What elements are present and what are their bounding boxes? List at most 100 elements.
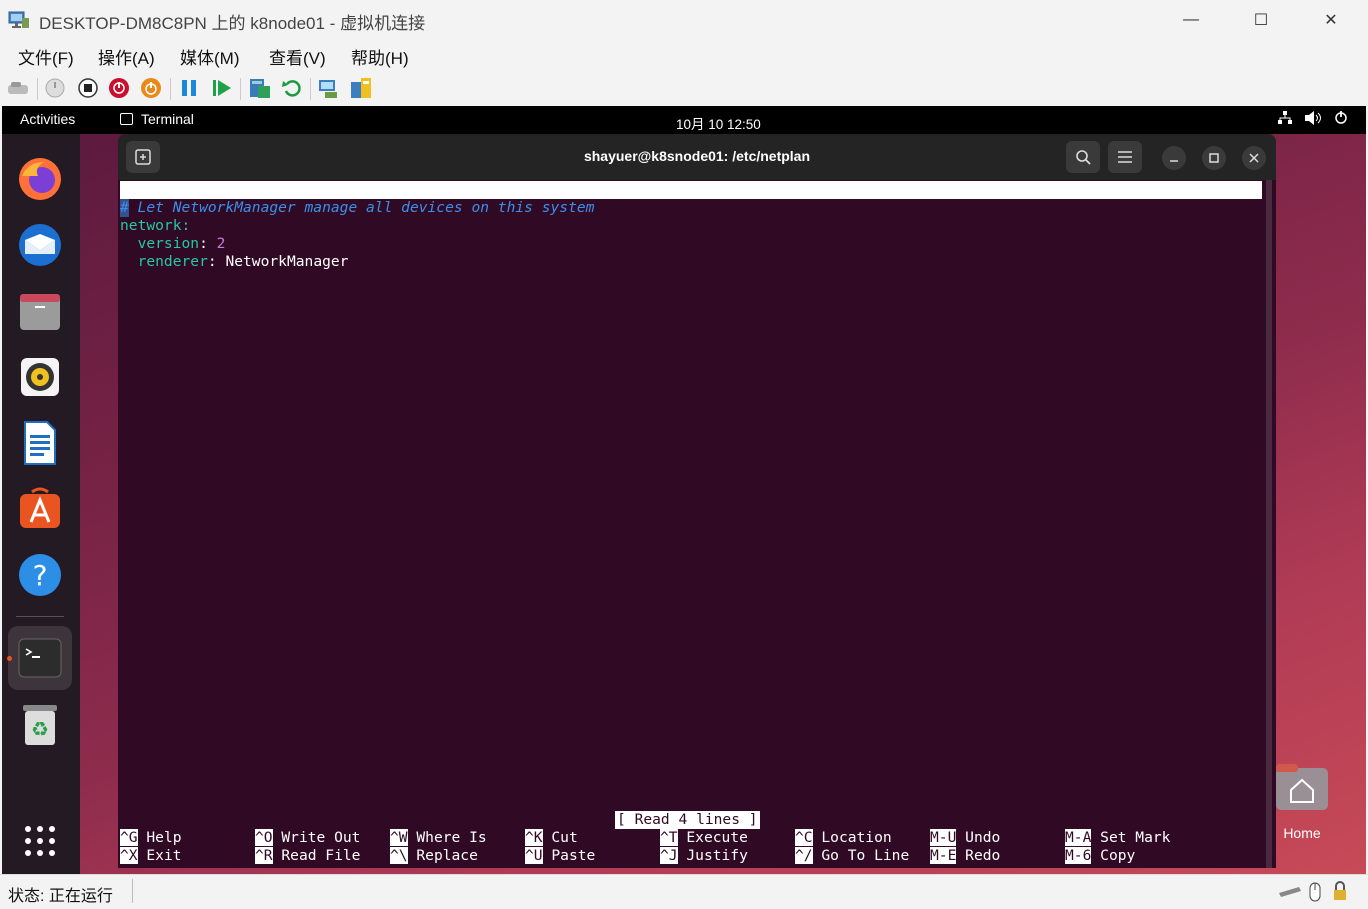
start-icon[interactable] (43, 76, 67, 100)
ctrl-alt-del-icon[interactable] (6, 76, 30, 100)
shortcut-label: Cut (551, 829, 578, 846)
running-indicator (7, 656, 12, 661)
terminal-minimize-button[interactable] (1162, 146, 1186, 170)
shortcut-key: ^X (120, 847, 138, 864)
search-icon (1076, 150, 1091, 165)
home-folder-icon[interactable] (1274, 764, 1330, 812)
shortcut-key: M-U (930, 829, 957, 846)
terminal-icon[interactable] (17, 635, 63, 681)
mouse-icon (1308, 881, 1322, 908)
shortcut-key: ^R (255, 847, 273, 864)
svg-text:?: ? (33, 559, 48, 592)
enhanced-session-icon[interactable] (317, 76, 341, 100)
ubuntu-top-bar: Activities Terminal 10月 10 12:50 (2, 106, 1366, 134)
menu-action[interactable]: 操作(A) (98, 44, 155, 69)
app-menu-terminal[interactable]: Terminal (141, 111, 194, 127)
menu-view[interactable]: 查看(V) (269, 44, 326, 69)
power-icon[interactable] (1333, 109, 1349, 128)
shortcut-key: M-6 (1065, 847, 1092, 864)
shortcut-item: ^U Paste (525, 847, 595, 865)
shortcut-item: ^C Location (795, 829, 892, 847)
shortcut-label: Justify (686, 847, 748, 864)
svg-text:♻: ♻ (31, 717, 49, 741)
shortcut-key: ^C (795, 829, 813, 846)
shortcut-label: Exit (146, 847, 182, 864)
lock-icon (1332, 880, 1348, 907)
activities-button[interactable]: Activities (20, 111, 75, 127)
terminal-scrollbar[interactable] (1266, 180, 1272, 868)
close-button[interactable]: ✕ (1296, 0, 1366, 40)
checkpoint-icon[interactable] (248, 76, 272, 100)
shortcut-item: M-E Redo (930, 847, 1000, 865)
shortcut-label: Go To Line (821, 847, 910, 864)
save-icon[interactable] (139, 76, 163, 100)
title-bar: DESKTOP-DM8C8PN 上的 k8node01 - 虚拟机连接 — ☐ … (0, 0, 1368, 40)
minimize-button[interactable]: — (1156, 0, 1226, 40)
help-icon[interactable]: ? (17, 552, 63, 598)
nano-filename: 01-network-manager-all.yaml (588, 217, 826, 234)
turn-off-icon[interactable] (76, 76, 100, 100)
terminal-close-button[interactable] (1242, 146, 1266, 170)
shortcut-item: ^X Exit (120, 847, 182, 865)
thunderbird-icon[interactable] (17, 222, 63, 268)
share-icon[interactable] (349, 76, 373, 100)
close-icon: ✕ (1324, 12, 1338, 29)
terminal-title: shayuer@k8snode01: /etc/netplan (583, 148, 811, 164)
revert-icon[interactable] (280, 76, 304, 100)
shortcut-label: Copy (1100, 847, 1136, 864)
file-line-4: renderer: NetworkManager (120, 253, 349, 270)
hamburger-menu-button[interactable] (1108, 141, 1142, 173)
status-bar: 状态: 正在运行 (0, 874, 1368, 909)
show-apps-icon[interactable] (17, 818, 63, 864)
minimize-icon (1170, 160, 1178, 162)
shortcut-item: ^/ Go To Line (795, 847, 909, 865)
shortcut-item: ^O Write Out (255, 829, 360, 847)
libreoffice-writer-icon[interactable] (17, 420, 63, 466)
trash-icon[interactable]: ♻ (17, 702, 63, 748)
window-title: DESKTOP-DM8C8PN 上的 k8node01 - 虚拟机连接 (39, 14, 426, 33)
terminal-app-icon (120, 113, 133, 125)
shortcut-label: Location (821, 829, 892, 846)
shortcut-item: M-A Set Mark (1065, 829, 1170, 847)
shortcut-key: ^\ (390, 847, 408, 864)
toolbar (0, 72, 1368, 106)
reset-icon[interactable] (210, 76, 234, 100)
shortcut-item: ^J Justify (660, 847, 748, 865)
shortcut-item: ^\ Replace (390, 847, 478, 865)
vm-display[interactable]: Activities Terminal 10月 10 12:50 ? ♻ Hom… (2, 106, 1366, 874)
menu-media[interactable]: 媒体(M) (180, 44, 239, 69)
volume-icon[interactable] (1304, 110, 1322, 129)
shortcut-label: Help (146, 829, 182, 846)
pause-icon[interactable] (177, 76, 201, 100)
firefox-icon[interactable] (17, 156, 63, 202)
shortcut-label: Set Mark (1100, 829, 1171, 846)
terminal-maximize-button[interactable] (1202, 146, 1226, 170)
shortcut-label: Write Out (281, 829, 361, 846)
shortcut-key: ^J (660, 847, 678, 864)
status-divider (132, 879, 133, 903)
terminal-window[interactable]: shayuer@k8snode01: /etc/netplan GNU nano… (118, 134, 1276, 868)
files-icon[interactable] (17, 288, 63, 334)
shortcut-label: Where Is (416, 829, 487, 846)
file-line-1: # Let NetworkManager manage all devices … (120, 199, 595, 216)
menu-file[interactable]: 文件(F) (18, 44, 74, 69)
shutdown-icon[interactable] (107, 76, 131, 100)
clock[interactable]: 10月 10 12:50 (676, 113, 761, 133)
file-line-2: network: (120, 217, 191, 234)
maximize-icon (1209, 153, 1219, 163)
rhythmbox-icon[interactable] (17, 354, 63, 400)
shortcut-item: ^W Where Is (390, 829, 487, 847)
menu-help[interactable]: 帮助(H) (351, 44, 409, 69)
nano-editor[interactable]: GNU nano 6.2 01-network-manager-all.yaml… (118, 180, 1264, 868)
network-icon[interactable] (1277, 110, 1293, 129)
shortcut-item: M-6 Copy (1065, 847, 1135, 865)
shortcut-label: Paste (551, 847, 596, 864)
maximize-button[interactable]: ☐ (1226, 0, 1296, 40)
ubuntu-dock: ? ♻ (2, 134, 80, 874)
app-center-icon[interactable] (17, 486, 63, 532)
shortcut-key: ^W (390, 829, 408, 846)
shortcut-item: ^T Execute (660, 829, 748, 847)
search-button[interactable] (1066, 141, 1100, 173)
minimize-icon: — (1183, 11, 1199, 28)
vm-status: 状态: 正在运行 (8, 888, 113, 905)
